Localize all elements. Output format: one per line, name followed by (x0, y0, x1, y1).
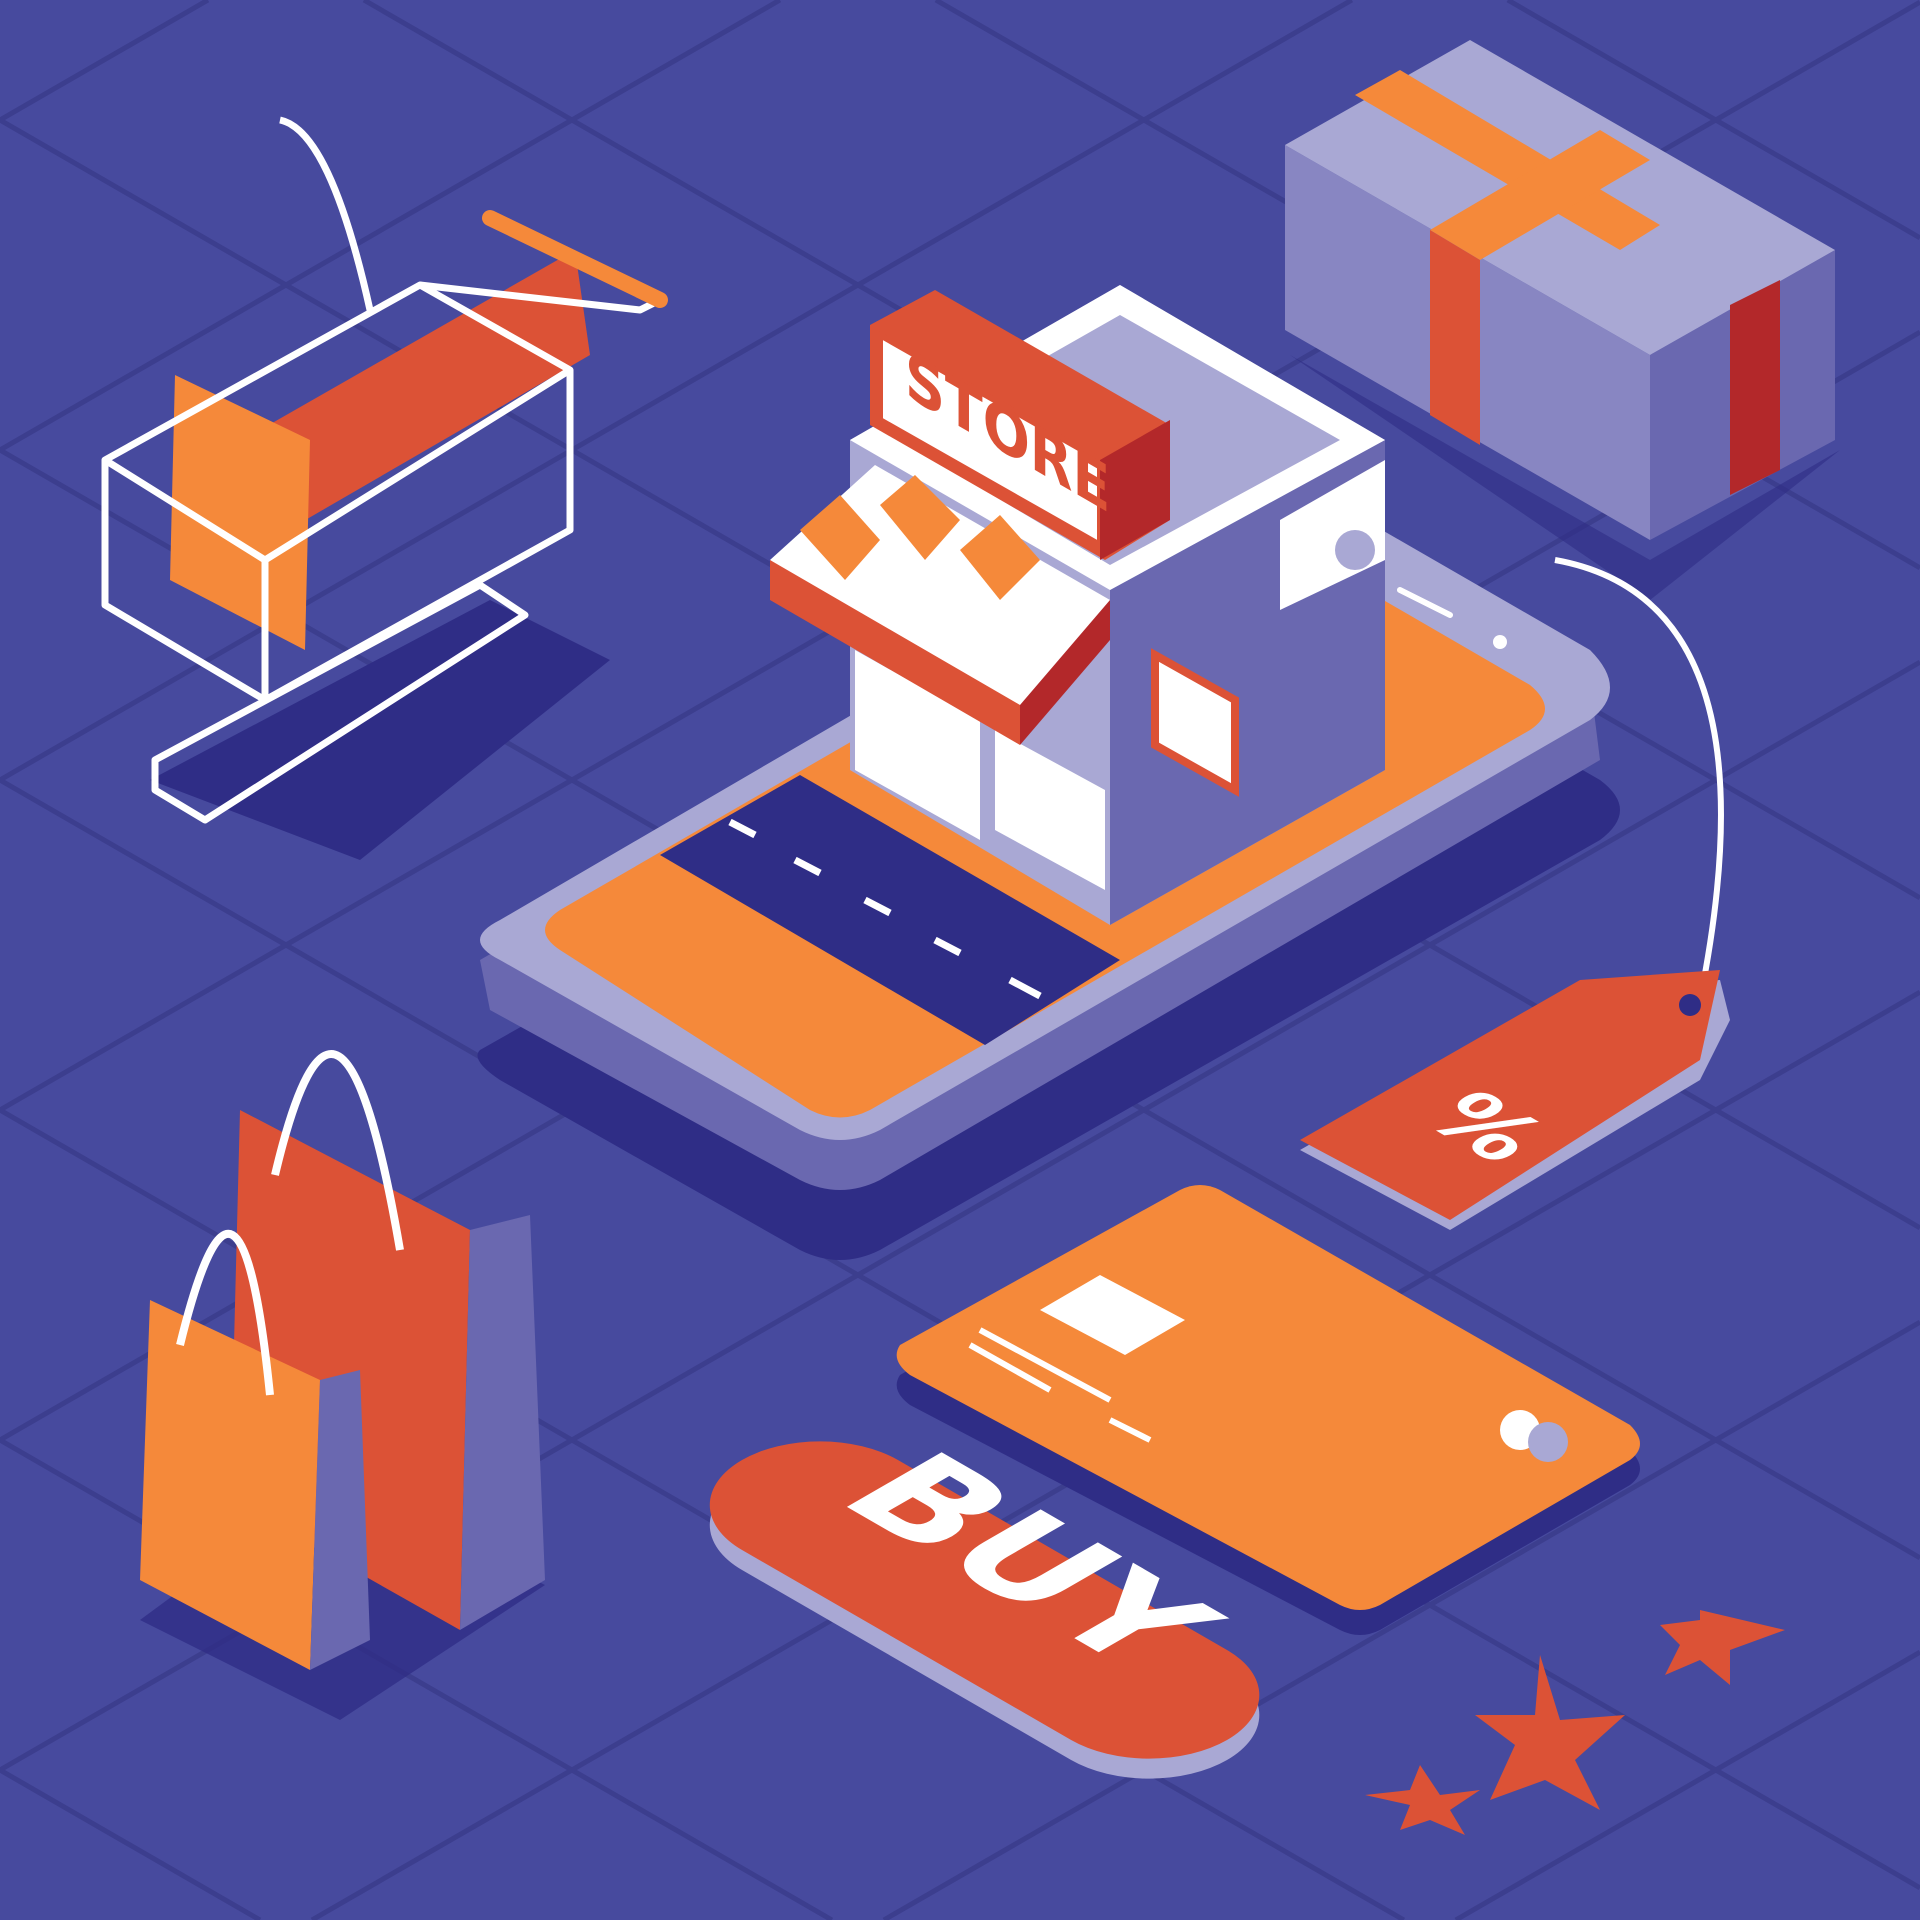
grid-line (0, 1767, 262, 1920)
shopping-bag-icon (140, 1050, 545, 1720)
ecommerce-illustration: STORE % BUY (0, 0, 1920, 1920)
grid-line (0, 0, 210, 123)
star-icon (1365, 1590, 1785, 1835)
